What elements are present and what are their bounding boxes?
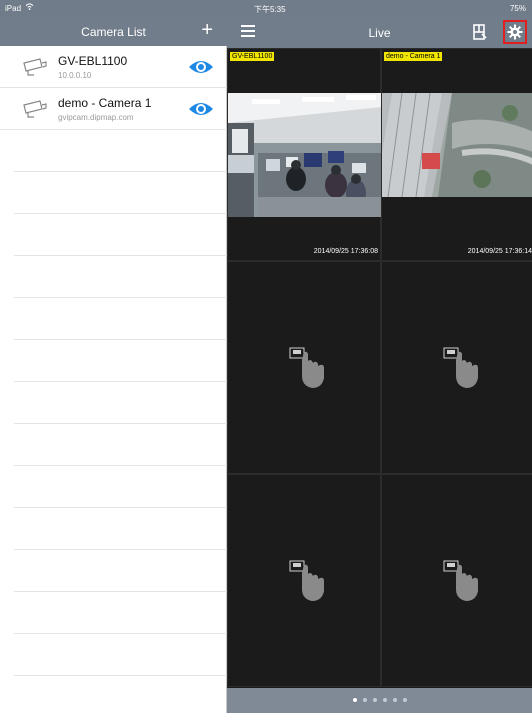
street-video-feed xyxy=(382,93,532,197)
empty-list-row xyxy=(14,130,227,172)
camera-address: gvipcam.dipmap.com xyxy=(58,113,134,122)
page-dot[interactable] xyxy=(373,698,377,702)
eye-icon[interactable] xyxy=(188,58,214,76)
empty-list-row xyxy=(14,634,227,676)
empty-list-row xyxy=(14,340,227,382)
empty-list-row xyxy=(14,592,227,634)
channel-label: demo - Camera 1 xyxy=(384,52,443,61)
clock: 下午5:35 xyxy=(254,5,286,14)
camera-name: demo - Camera 1 xyxy=(58,96,152,110)
camera-list-title: Camera List xyxy=(81,25,146,39)
channel-timestamp: 2014/09/25 17:36:14 xyxy=(467,248,532,255)
empty-list-row xyxy=(14,298,227,340)
tap-gesture-icon xyxy=(443,560,478,601)
wifi-icon xyxy=(25,3,34,10)
empty-list-row xyxy=(14,382,227,424)
camera-icon xyxy=(23,100,47,118)
eye-icon[interactable] xyxy=(188,100,214,118)
page-dot[interactable] xyxy=(363,698,367,702)
page-dot[interactable] xyxy=(393,698,397,702)
layout-icon[interactable] xyxy=(473,24,487,40)
camera-list-header: Camera List + xyxy=(0,16,227,46)
live-channel-2[interactable]: demo - Camera 1 2014/09/25 17:36:14 xyxy=(381,48,532,261)
camera-list-item[interactable]: demo - Camera 1 gvipcam.dipmap.com xyxy=(0,88,227,130)
empty-list-row xyxy=(14,172,227,214)
office-video-feed xyxy=(228,93,382,217)
empty-list-row xyxy=(14,214,227,256)
battery-level: 75% xyxy=(509,4,526,13)
tap-gesture-icon xyxy=(289,347,324,388)
live-view-header: Live xyxy=(227,16,532,48)
empty-channel-5[interactable] xyxy=(227,474,381,687)
camera-grid: GV-EBL1100 2014/09/25 17:36:08 demo - Ca… xyxy=(227,48,532,688)
page-dot[interactable] xyxy=(383,698,387,702)
live-view-panel: Live GV-EBL1100 2014/09/25 17:36:08 demo… xyxy=(227,16,532,713)
tap-gesture-icon xyxy=(443,347,478,388)
empty-list-row xyxy=(14,550,227,592)
empty-list-row xyxy=(14,508,227,550)
empty-channel-3[interactable] xyxy=(227,261,381,474)
device-name: iPad xyxy=(5,4,22,13)
settings-icon xyxy=(507,24,523,40)
channel-timestamp: 2014/09/25 17:36:08 xyxy=(313,248,378,255)
page-dot[interactable] xyxy=(403,698,407,702)
page-dot[interactable] xyxy=(353,698,357,702)
empty-list-row xyxy=(14,424,227,466)
camera-list-panel: Camera List + GV-EBL1100 10.0.0.10 demo … xyxy=(0,16,227,713)
page-indicator[interactable] xyxy=(227,688,532,713)
camera-name: GV-EBL1100 xyxy=(58,54,128,68)
camera-icon xyxy=(23,58,47,76)
camera-list: GV-EBL1100 10.0.0.10 demo - Camera 1 gvi… xyxy=(0,46,227,713)
empty-channel-6[interactable] xyxy=(381,474,532,687)
empty-channel-4[interactable] xyxy=(381,261,532,474)
channel-label: GV-EBL1100 xyxy=(230,52,275,61)
camera-address: 10.0.0.10 xyxy=(58,71,92,80)
live-channel-1[interactable]: GV-EBL1100 2014/09/25 17:36:08 xyxy=(227,48,382,261)
status-bar: iPad 下午5:35 75% xyxy=(0,0,532,16)
settings-button[interactable] xyxy=(503,20,527,44)
empty-list-row xyxy=(14,466,227,508)
empty-list-row xyxy=(14,256,227,298)
add-camera-button[interactable]: + xyxy=(201,18,213,42)
tap-gesture-icon xyxy=(289,560,324,601)
camera-list-item[interactable]: GV-EBL1100 10.0.0.10 xyxy=(0,46,227,88)
